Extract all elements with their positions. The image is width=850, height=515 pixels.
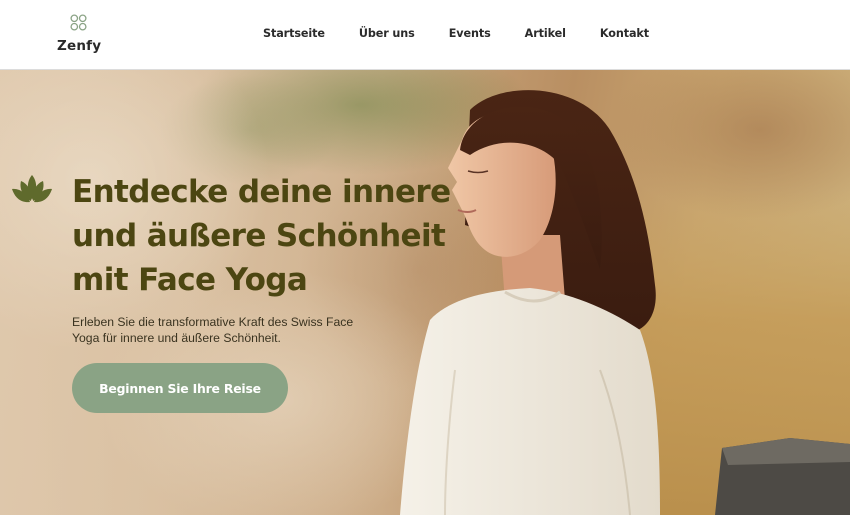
hero-subtext: Erleben Sie die transformative Kraft des… <box>72 315 354 345</box>
hero-content: Entdecke deine innere und äußere Schönhe… <box>0 70 850 515</box>
nav-item-ueber-uns[interactable]: Über uns <box>359 27 415 40</box>
main-nav: Startseite Über uns Events Artikel Konta… <box>263 27 683 40</box>
logo-link[interactable]: Zenfy <box>55 12 103 58</box>
nav-item-artikel[interactable]: Artikel <box>525 27 566 40</box>
brand-name: Zenfy <box>57 38 102 54</box>
four-circles-icon <box>70 14 87 31</box>
site-header: Zenfy Startseite Über uns Events Artikel… <box>0 0 850 70</box>
nav-item-startseite[interactable]: Startseite <box>263 27 325 40</box>
nav-item-events[interactable]: Events <box>449 27 491 40</box>
page: Zenfy Startseite Über uns Events Artikel… <box>0 0 850 515</box>
hero-headline: Entdecke deine innere und äußere Schönhe… <box>72 174 451 298</box>
lotus-icon <box>12 175 52 203</box>
nav-item-kontakt[interactable]: Kontakt <box>600 27 649 40</box>
start-journey-button[interactable]: Beginnen Sie Ihre Reise <box>72 363 288 413</box>
hero-section: Entdecke deine innere und äußere Schönhe… <box>0 70 850 515</box>
